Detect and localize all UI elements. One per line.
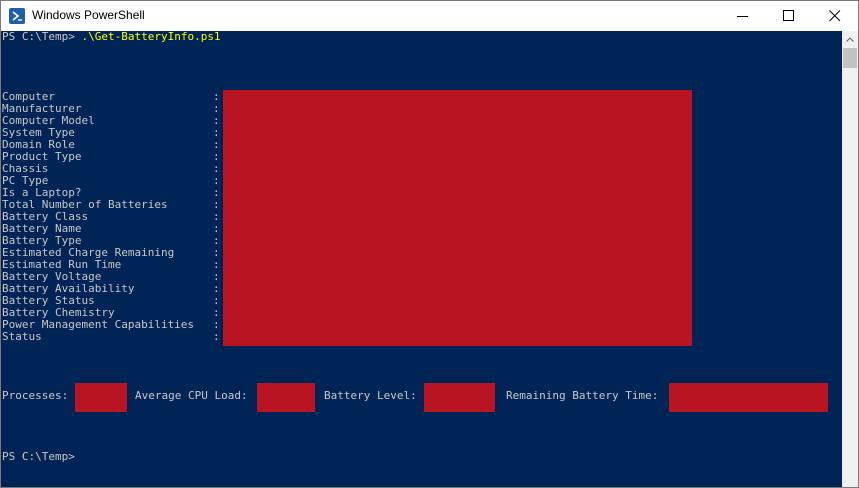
vertical-scrollbar[interactable] xyxy=(842,31,858,487)
close-button[interactable] xyxy=(812,1,858,31)
scroll-thumb[interactable] xyxy=(843,48,857,68)
powershell-icon[interactable] xyxy=(9,8,25,24)
command-text: .\Get-BatteryInfo.ps1 xyxy=(81,30,221,43)
close-icon xyxy=(829,10,841,22)
processes-label: Processes: xyxy=(2,389,69,402)
maximize-icon xyxy=(783,10,794,21)
redacted-values xyxy=(223,90,692,346)
minimize-icon xyxy=(737,16,748,17)
battery-level-value-redacted xyxy=(424,383,495,412)
title-bar[interactable]: Windows PowerShell xyxy=(1,1,858,31)
field-separator: : xyxy=(213,330,220,343)
window-title: Windows PowerShell xyxy=(32,8,145,22)
battery-level-label: Battery Level: xyxy=(324,389,417,402)
remaining-time-value-redacted xyxy=(669,383,828,412)
powershell-window: Windows PowerShell PS C:\Temp> .\Get-Bat… xyxy=(0,0,859,488)
cpu-load-value-redacted xyxy=(257,383,315,412)
chevron-up-icon xyxy=(846,37,854,42)
prompt: PS C:\Temp> xyxy=(2,30,82,43)
maximize-button[interactable] xyxy=(766,1,812,31)
cpu-load-label: Average CPU Load: xyxy=(135,389,248,402)
minimize-button[interactable] xyxy=(720,1,766,31)
command-line: PS C:\Temp> .\Get-BatteryInfo.ps1 xyxy=(2,31,221,43)
console-area[interactable]: PS C:\Temp> .\Get-BatteryInfo.ps1 Comput… xyxy=(1,31,842,487)
remaining-time-label: Remaining Battery Time: xyxy=(506,389,659,402)
field-label: Status xyxy=(2,330,42,343)
scroll-up-button[interactable] xyxy=(842,31,858,47)
processes-value-redacted xyxy=(75,383,127,412)
prompt-line: PS C:\Temp> xyxy=(2,450,75,463)
